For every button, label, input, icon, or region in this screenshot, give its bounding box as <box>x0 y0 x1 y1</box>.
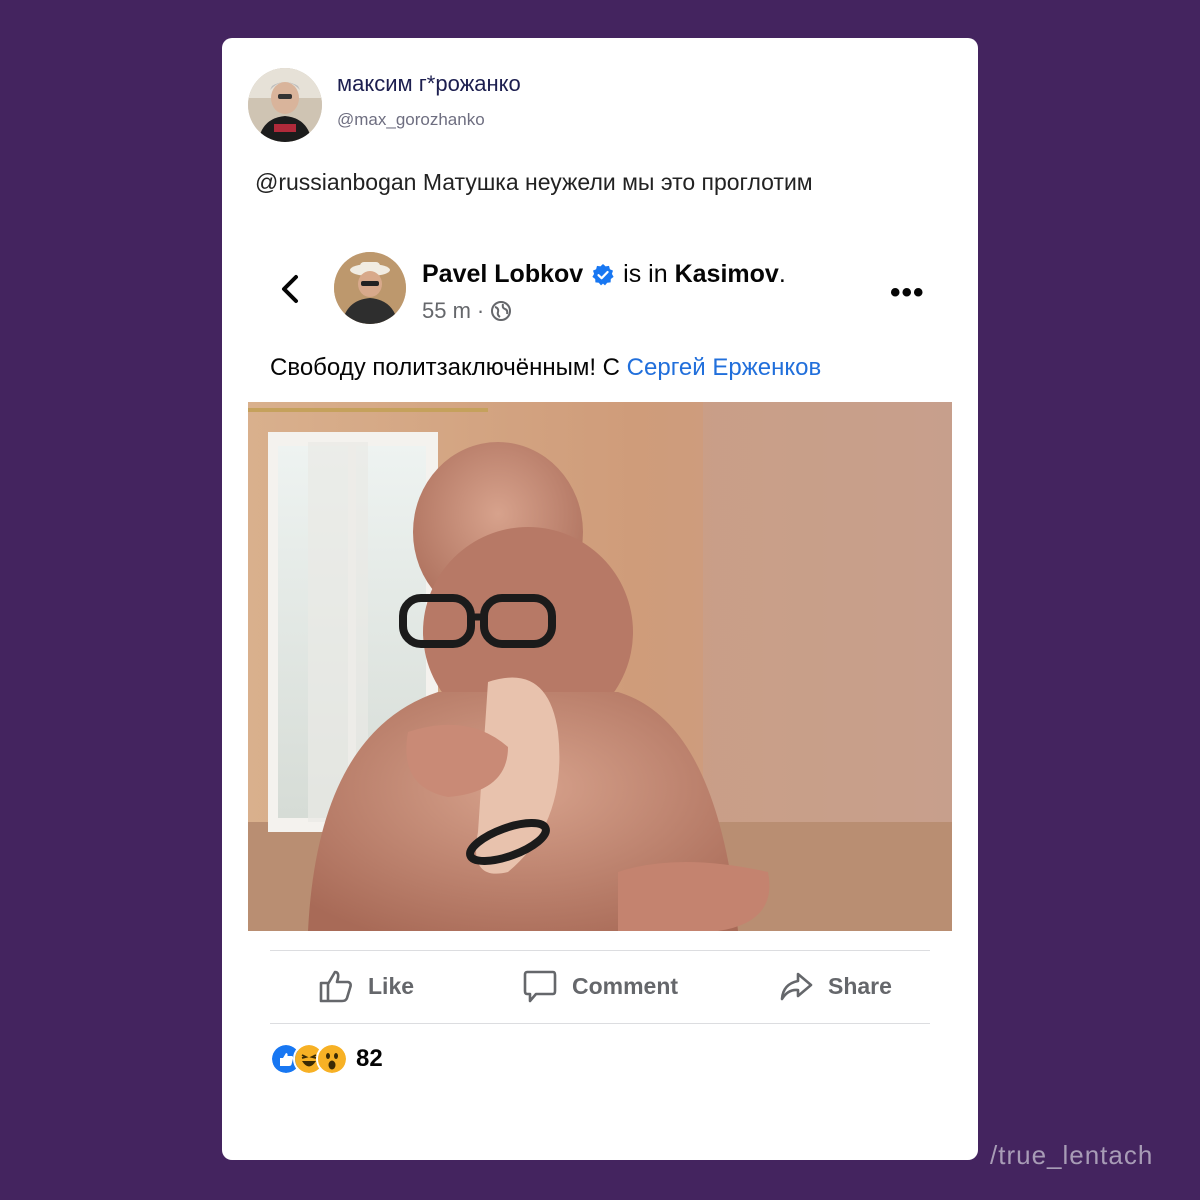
fb-headline: Pavel Lobkov is in Kasimov. <box>422 260 786 289</box>
fb-post-time[interactable]: 55 m <box>422 298 471 324</box>
like-button[interactable]: Like <box>318 968 414 1004</box>
post-photo[interactable] <box>248 402 952 931</box>
like-label: Like <box>368 972 415 999</box>
author-avatar[interactable] <box>248 68 322 142</box>
reaction-count: 82 <box>356 1045 383 1072</box>
post-card: максим г*рожанко @max_gorozhanko @russia… <box>222 38 978 1160</box>
reactions-summary[interactable]: 82 <box>270 1043 383 1075</box>
author-name[interactable]: максим г*рожанко <box>337 71 521 97</box>
verified-badge-icon <box>592 263 614 285</box>
wow-reaction-icon <box>316 1043 348 1075</box>
fb-caption-text: Свободу политзаключённым! С <box>270 354 627 381</box>
thumbs-up-icon <box>319 970 352 1003</box>
fb-caption: Свободу политзаключённым! С Сергей Ержен… <box>270 354 821 382</box>
meta-dot: · <box>476 298 485 323</box>
fb-author-avatar[interactable] <box>334 252 406 324</box>
more-options-icon[interactable]: ••• <box>890 278 925 308</box>
fb-is-in: is in <box>623 260 668 288</box>
fb-post-meta: 55 m · <box>422 298 512 324</box>
comment-icon <box>523 970 557 1003</box>
author-handle[interactable]: @max_gorozhanko <box>337 110 485 130</box>
divider-bottom <box>270 1023 930 1024</box>
back-chevron-icon[interactable] <box>278 273 302 305</box>
fb-author-name[interactable]: Pavel Lobkov <box>422 260 583 289</box>
watermark: /true_lentach <box>990 1140 1154 1170</box>
fb-caption-mention[interactable]: Сергей Ерженков <box>627 354 822 381</box>
fb-location[interactable]: Kasimov <box>675 260 779 289</box>
share-button[interactable]: Share <box>778 968 892 1004</box>
share-icon <box>780 972 813 1001</box>
tweet-text: @russianbogan Матушка неужели мы это про… <box>255 169 813 195</box>
globe-icon <box>491 301 512 321</box>
fb-location-suffix: . <box>778 260 786 288</box>
share-label: Share <box>828 972 892 999</box>
divider-top <box>270 950 930 951</box>
comment-label: Comment <box>572 972 679 999</box>
comment-button[interactable]: Comment <box>522 968 678 1004</box>
